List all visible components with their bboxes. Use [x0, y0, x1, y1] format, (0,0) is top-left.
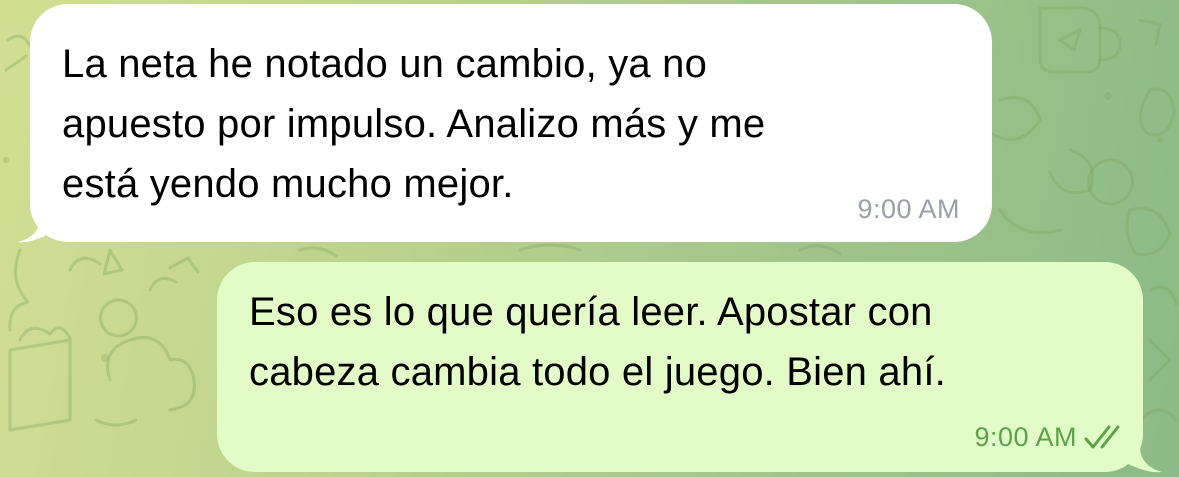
outgoing-message-bubble[interactable]: Eso es lo que quería leer. Apostar con c… [217, 262, 1143, 472]
double-check-icon [1084, 425, 1120, 449]
message-list: La neta he notado un cambio, ya no apues… [0, 0, 1179, 477]
message-text: Eso es lo que quería leer. Apostar con c… [249, 290, 946, 394]
incoming-message-bubble[interactable]: La neta he notado un cambio, ya no apues… [30, 4, 992, 242]
message-timestamp: 9:00 AM [857, 194, 960, 224]
message-timestamp: 9:00 AM [974, 422, 1077, 452]
message-text: La neta he notado un cambio, ya no apues… [62, 42, 766, 206]
